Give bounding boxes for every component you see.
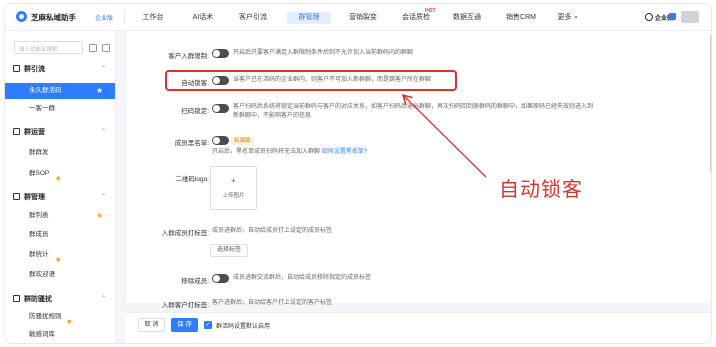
enterprise-wechat-icon [645, 13, 653, 21]
qr-logo-label: 二维码logo: [175, 176, 209, 183]
member-tag-desc: 成员进群后，自动给成员打上设定的成员标签 [212, 228, 333, 234]
sidebar-item-label: 敏感词库 [29, 331, 55, 338]
sidebar-item-anti-harassment-rules[interactable]: 防骚扰规则 ◆ [5, 309, 115, 325]
hot-badge: HOT [425, 8, 436, 14]
sidebar-group-group-operation[interactable]: 群运营 [13, 127, 45, 137]
customer-join-limit-desc: 开启后只要客户满足入群限制条件后则不允许加入当前群码内的群聊 [233, 50, 414, 56]
nav-item-more[interactable]: 更多 ▼ [555, 4, 581, 31]
premium-gem-icon: ◆ [56, 257, 61, 263]
star-icon[interactable]: ★ [96, 211, 103, 221]
top-nav-bar: 芝麻私域助手 企业版 工作台 AI话术 客户引流 群管理 营销裂变 会话质检 H… [5, 4, 711, 31]
sidebar-search-input[interactable]: 输入功能名搜索 [14, 41, 83, 54]
sidebar-item-one-customer-one-group[interactable]: 一客一群 [5, 101, 115, 117]
nav-more-label: 更多 [557, 14, 572, 21]
management-icon [13, 193, 20, 200]
sidebar-group-label: 群管理 [24, 194, 45, 201]
member-tag-label: 入群成员打标签: [161, 230, 209, 237]
scrollbar[interactable] [710, 34, 711, 174]
menu-icon[interactable] [89, 44, 97, 52]
flow-icon [13, 65, 20, 72]
brand-name: 芝麻私域助手 [31, 13, 76, 22]
sidebar-item-permanent-group-code[interactable]: 永久群活码 ★ [5, 83, 115, 99]
save-button[interactable]: 保 存 [171, 318, 198, 332]
sidebar-item-group-stats[interactable]: 群统计 ◆ [5, 247, 115, 263]
sidebar-item-label: 群成员 [29, 231, 49, 238]
chevron-up-icon[interactable]: ⌃ [101, 193, 106, 200]
nav-item-sales-crm[interactable]: 销售CRM [501, 4, 541, 31]
premium-gem-icon: ◆ [56, 176, 61, 182]
sidebar-group-group-management[interactable]: 群管理 [13, 192, 45, 202]
action-footer [125, 312, 711, 343]
nav-divider [124, 10, 125, 24]
blacklist-help-link[interactable]: 如何设置黑名单? [322, 149, 367, 155]
sidebar-item-label: 群群发 [29, 149, 49, 156]
auto-lock-highlight-box [165, 70, 457, 91]
brand-edition: 企业版 [95, 16, 114, 22]
sidebar-group-label: 群运营 [24, 129, 45, 136]
chevron-up-icon[interactable]: ⌃ [101, 65, 106, 72]
nav-item-data-sync[interactable]: 数据互通 [447, 4, 487, 31]
sidebar-item-label: 永久群活码 [29, 87, 62, 94]
member-blacklist-desc-text: 开启后，黑名单成员扫码将无法加入群聊 [212, 149, 321, 155]
app-window: 芝麻私域助手 企业版 工作台 AI话术 客户引流 群管理 营销裂变 会话质检 H… [4, 3, 712, 344]
star-icon[interactable]: ★ [96, 86, 103, 96]
default-enable-label: 群活码设置默认启用 [216, 324, 271, 330]
nav-item-group-management[interactable]: 群管理 [287, 4, 331, 31]
scan-lock-desc: 客户扫码后系统将锁定当前群码与客户的对应关系，如客户扫码后退出群聊，再次扫码回到… [233, 104, 594, 119]
sidebar-group-anti-harassment[interactable]: 群防骚扰 [13, 294, 52, 304]
avatar[interactable] [681, 11, 699, 23]
vip-badge-icon [669, 13, 676, 20]
cancel-button[interactable]: 取 消 [138, 318, 165, 332]
sidebar-item-label: 群列表 [29, 212, 49, 219]
sidebar-item-group-welcome[interactable]: 群欢迎语 [5, 267, 115, 283]
sidebar-item-label: 防骚扰规则 [29, 313, 62, 320]
sidebar-item-sensitive-words[interactable]: 敏感词库 [5, 327, 115, 343]
chevron-up-icon[interactable]: ⌃ [101, 128, 106, 135]
operation-icon [13, 128, 20, 135]
member-blacklist-desc: 开启后，黑名单成员扫码将无法加入群聊 如何设置黑名单? [212, 148, 462, 157]
remove-member-label: 移除成员: [181, 278, 209, 285]
member-blacklist-toggle[interactable] [212, 136, 229, 145]
plus-icon: + [230, 176, 237, 186]
remove-member-desc: 成员进群交流群后，自动给成员移除指定的成员标签 [233, 275, 372, 281]
shield-icon [13, 295, 20, 302]
collapse-icon[interactable] [102, 44, 110, 52]
nav-item-ai-script[interactable]: AI话术 [184, 4, 222, 31]
sidebar-item-group-members[interactable]: 群成员 [5, 227, 115, 243]
nav-item-customer-acquisition[interactable]: 客户引流 [233, 4, 273, 31]
upload-image-box[interactable]: + 上传图片 [210, 166, 257, 210]
chevron-up-icon[interactable]: ⌃ [101, 295, 106, 302]
remove-member-toggle[interactable] [212, 274, 229, 283]
scan-lock-label: 扫码锁定: [181, 108, 209, 115]
customer-tag-desc: 客户进群后，自动给客户打上设定的客户标签 [212, 300, 333, 306]
sidebar-item-group-sop[interactable]: 群SOP ◆ [5, 166, 115, 182]
sidebar-item-group-broadcast[interactable]: 群群发 [5, 145, 115, 161]
chevron-down-icon: ▼ [573, 15, 579, 21]
customer-tag-label: 入群客户打标签: [161, 302, 209, 309]
sidebar: 输入功能名搜索 群引流 ⌃ 永久群活码 ★ 一客一群 群运营 ⌃ 群群发 群SOP… [5, 31, 116, 343]
member-blacklist-label: 成员黑名单: [174, 140, 209, 147]
nav-item-workbench[interactable]: 工作台 [138, 4, 168, 31]
sidebar-item-label: 群SOP [29, 170, 50, 177]
customer-join-limit-label: 客户入群限制: [168, 53, 209, 60]
select-tag-button[interactable]: 选择标签 [210, 244, 249, 257]
annotation-label: 自动锁客 [499, 177, 583, 201]
sidebar-group-label: 群引流 [24, 66, 45, 73]
sidebar-item-group-list[interactable]: 群列表 ★ [5, 208, 115, 224]
standard-edition-badge: 标准版 [231, 137, 254, 145]
sidebar-group-label: 群防骚扰 [24, 296, 52, 303]
upload-image-label: 上传图片 [222, 193, 245, 199]
sidebar-item-label: 群欢迎语 [29, 271, 55, 278]
sidebar-item-label: 一客一群 [29, 105, 55, 112]
nav-item-marketing[interactable]: 营销裂变 [343, 4, 383, 31]
sidebar-item-label: 群统计 [29, 251, 49, 258]
brand-logo-icon [16, 11, 27, 22]
scan-lock-toggle[interactable] [212, 104, 229, 113]
default-enable-checkbox[interactable]: ✓ [204, 321, 212, 329]
sidebar-group-group-acquisition[interactable]: 群引流 [13, 64, 45, 74]
customer-join-limit-toggle[interactable] [212, 49, 229, 58]
